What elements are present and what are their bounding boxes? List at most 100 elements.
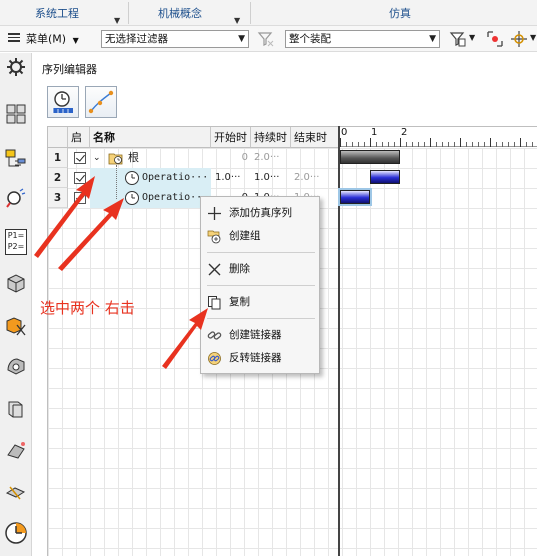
- ruler-minor-tick: [376, 142, 377, 147]
- divider: [207, 318, 315, 319]
- assembly-icon[interactable]: [5, 103, 27, 125]
- menu-item-delete[interactable]: 删除: [201, 258, 319, 280]
- part-icon[interactable]: [5, 355, 27, 377]
- sequence-view-button[interactable]: [47, 86, 79, 118]
- row-name[interactable]: Operatio···: [142, 168, 208, 188]
- ruler-minor-tick: [448, 142, 449, 147]
- type-filter-icon[interactable]: [449, 30, 467, 48]
- tree-guide-line: [116, 165, 117, 199]
- chevron-down-icon[interactable]: ⌄: [93, 148, 101, 168]
- chevron-down-icon[interactable]: ▼: [469, 33, 475, 42]
- ribbon-group-simulation[interactable]: 仿真: [370, 0, 430, 26]
- filter-reset-icon[interactable]: [257, 30, 275, 48]
- menu-item-copy[interactable]: 复制: [201, 291, 319, 313]
- ruler-minor-tick: [346, 142, 347, 147]
- chevron-down-icon: ▼: [429, 34, 436, 44]
- gantt-bar-root[interactable]: [340, 150, 400, 164]
- selection-filter-dropdown[interactable]: 无选择过滤器 ▼: [101, 30, 249, 48]
- end-column-header[interactable]: 结束时: [291, 127, 339, 148]
- chevron-down-icon[interactable]: ▼: [232, 0, 244, 26]
- row-duration: 1.0···: [254, 172, 280, 183]
- gantt-bar-operation[interactable]: [370, 170, 400, 184]
- corner-icon[interactable]: [5, 439, 27, 461]
- ribbon-group-mechanical-concept[interactable]: 机械概念: [145, 0, 215, 26]
- snap-point-icon[interactable]: [486, 30, 504, 48]
- menu-item-label: 创建组: [229, 230, 261, 242]
- menu-item-label: 删除: [229, 263, 250, 275]
- ruler-minor-tick: [412, 142, 413, 147]
- enable-checkbox[interactable]: [74, 172, 86, 184]
- divider: [207, 252, 315, 253]
- operation-clock-icon: [125, 191, 139, 205]
- ruler-label: 2: [401, 127, 408, 138]
- start-column-header[interactable]: 开始时: [211, 127, 251, 148]
- chevron-down-icon[interactable]: ▼: [112, 0, 124, 26]
- ruler-minor-tick: [352, 142, 353, 147]
- annotation-text: 选中两个 右击: [40, 299, 135, 317]
- gantt-bar-operation[interactable]: [340, 190, 370, 204]
- ruler-minor-tick: [454, 142, 455, 147]
- enable-checkbox[interactable]: [74, 192, 86, 204]
- menu-item-reverse-link[interactable]: 反转链接器: [201, 347, 319, 369]
- motion-curve-button[interactable]: [85, 86, 117, 118]
- measure-icon[interactable]: [5, 481, 27, 503]
- gear-icon[interactable]: [5, 56, 27, 78]
- ruler-minor-tick: [466, 142, 467, 147]
- row-start: 1.0···: [215, 172, 241, 183]
- ruler-minor-tick: [424, 142, 425, 147]
- sequence-icon[interactable]: [5, 147, 27, 169]
- ruler-minor-tick: [418, 142, 419, 147]
- ruler-minor-tick: [478, 142, 479, 147]
- ribbon-group-label: 系统工程: [35, 7, 79, 20]
- ruler-label: 0: [341, 127, 348, 138]
- ruler-tick: [370, 138, 371, 147]
- menu-item-create-link[interactable]: 创建链接器: [201, 324, 319, 346]
- book-icon[interactable]: [5, 398, 27, 420]
- ruler-minor-tick: [436, 142, 437, 147]
- selection-filter-value: 无选择过滤器: [105, 33, 168, 45]
- search-icon[interactable]: [5, 187, 27, 209]
- menu-item-create-group[interactable]: 创建组: [201, 225, 319, 247]
- name-column-header[interactable]: 名称: [90, 127, 211, 148]
- box-icon[interactable]: [5, 272, 27, 294]
- pivot-icon[interactable]: [510, 30, 528, 48]
- ruler-minor-tick: [532, 142, 533, 147]
- curve-icon: [88, 90, 114, 114]
- row-start: 0: [241, 152, 248, 163]
- ruler-tick: [400, 138, 401, 147]
- divider: [250, 2, 251, 24]
- menu-item-label: 复制: [229, 296, 250, 308]
- row-name[interactable]: Operatio···: [142, 188, 208, 208]
- p1-label: P1=: [7, 231, 25, 240]
- duration-column-header[interactable]: 持续时: [251, 127, 291, 148]
- reverse-link-icon: [208, 352, 221, 365]
- chevron-down-icon: ▼: [238, 34, 245, 44]
- clock-icon[interactable]: [4, 521, 28, 545]
- group-icon: [207, 230, 221, 244]
- divider: [128, 2, 129, 24]
- chevron-down-icon[interactable]: ▼: [530, 33, 536, 42]
- row-name[interactable]: 根: [128, 148, 139, 168]
- p1-p2-icon[interactable]: P1= P2=: [5, 229, 27, 255]
- context-menu: 添加仿真序列 创建组 删除 复制 创建链接器 反转链接器: [200, 196, 320, 374]
- assembly-scope-dropdown[interactable]: 整个装配 ▼: [285, 30, 440, 48]
- menu-button[interactable]: 菜单(M) ▼: [8, 31, 79, 47]
- enable-checkbox[interactable]: [74, 152, 86, 164]
- part-cut-icon[interactable]: [5, 315, 27, 337]
- ribbon-group-system-engineering[interactable]: 系统工程: [22, 0, 92, 26]
- ruler-minor-tick: [484, 142, 485, 147]
- ruler-minor-tick: [364, 142, 365, 147]
- toolbar: 菜单(M) ▼ 无选择过滤器 ▼ 整个装配 ▼ ▼ ▼: [0, 26, 537, 52]
- enabled-column-header[interactable]: 启: [68, 127, 90, 148]
- assembly-scope-value: 整个装配: [289, 33, 331, 45]
- ribbon-group-label: 仿真: [389, 7, 411, 20]
- plus-icon: [208, 207, 221, 220]
- ruler-minor-tick: [382, 142, 383, 147]
- row-duration: 2.0···: [254, 152, 280, 163]
- ruler-minor-tick: [526, 142, 527, 147]
- ribbon-group-label: 机械概念: [158, 7, 202, 20]
- ruler-minor-tick: [394, 142, 395, 147]
- ruler-minor-tick: [442, 142, 443, 147]
- menu-item-add-simulation-sequence[interactable]: 添加仿真序列: [201, 202, 319, 224]
- menu-item-label: 创建链接器: [229, 329, 282, 341]
